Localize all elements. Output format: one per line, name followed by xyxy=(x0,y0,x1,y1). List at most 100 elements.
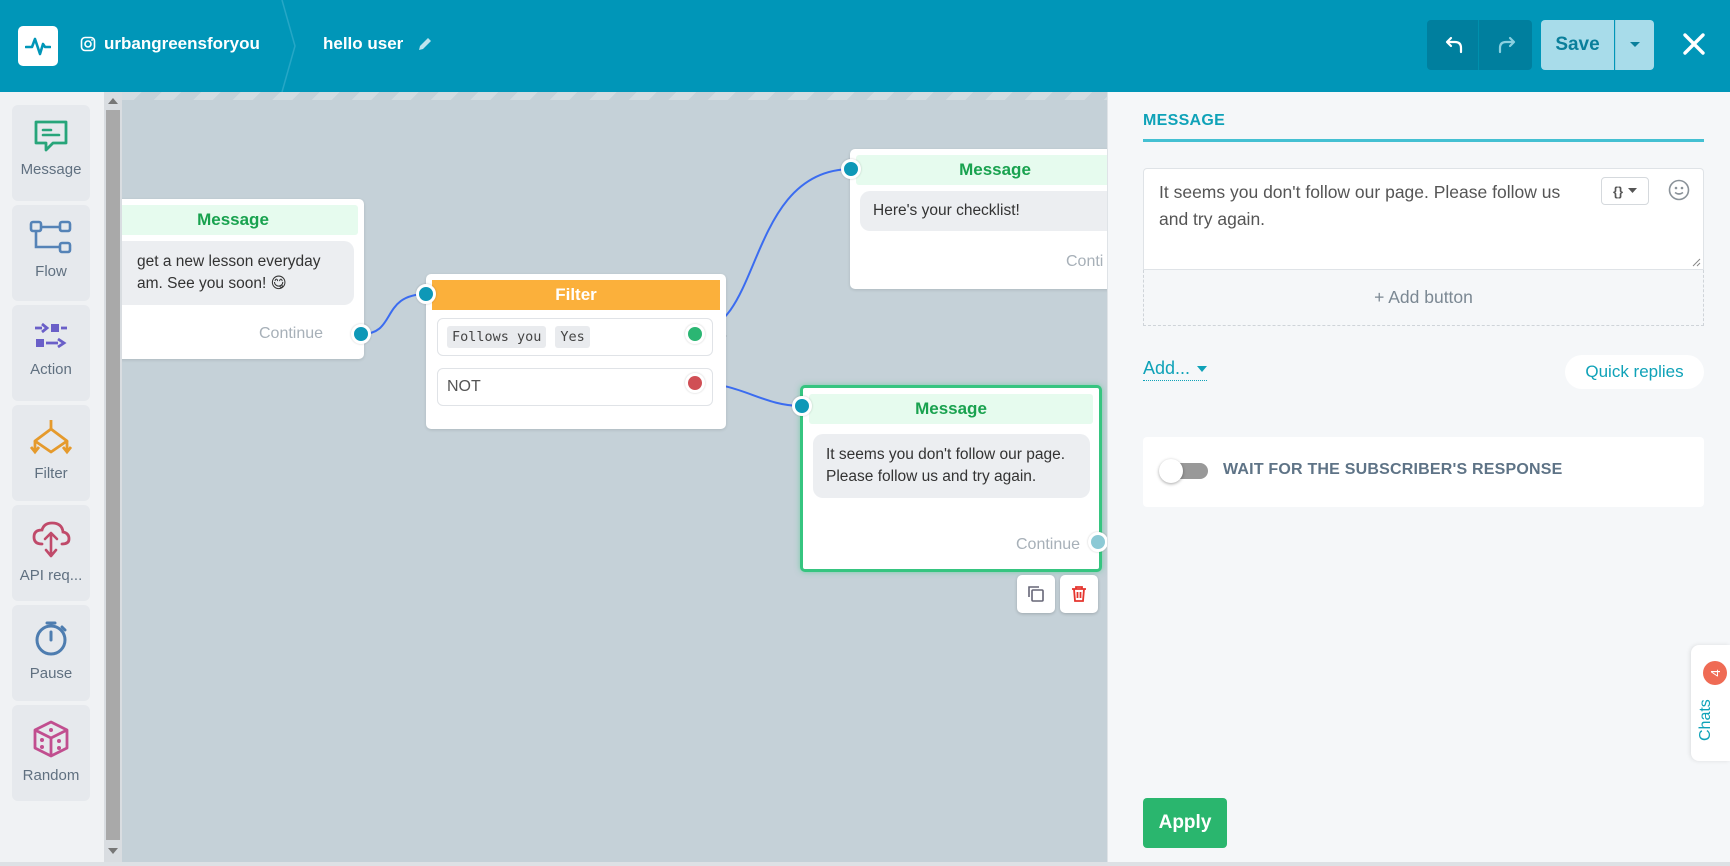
flow-canvas[interactable]: Message get a new lesson everyday am. Se… xyxy=(122,92,1107,862)
tool-label: API req... xyxy=(19,567,83,584)
flow-icon xyxy=(29,220,72,254)
insert-variable-button[interactable]: {} xyxy=(1601,177,1649,205)
tool-pause[interactable]: Pause xyxy=(12,605,90,701)
message-node-top[interactable]: Message Here's your checklist! Conti xyxy=(850,149,1107,289)
trash-icon xyxy=(1072,586,1086,602)
delete-node-button[interactable] xyxy=(1060,575,1098,613)
save-options-dropdown[interactable] xyxy=(1615,20,1654,70)
caret-down-icon xyxy=(1628,188,1638,193)
scroll-thumb[interactable] xyxy=(106,110,120,840)
tool-label: Flow xyxy=(35,263,67,280)
flow-name-text: hello user xyxy=(323,34,404,53)
condition-field: Follows you xyxy=(447,326,547,348)
bottom-edge xyxy=(0,862,1730,866)
stopwatch-icon xyxy=(35,621,67,656)
message-textarea[interactable]: It seems you don't follow our page. Plea… xyxy=(1143,168,1704,270)
continue-label: Continue xyxy=(259,325,324,342)
input-port[interactable] xyxy=(841,159,861,179)
filter-condition-yes[interactable]: Follows you Yes xyxy=(437,318,713,356)
chats-tab[interactable]: 4 Chats xyxy=(1691,645,1730,761)
undo-icon xyxy=(1445,36,1462,54)
tool-filter[interactable]: Filter xyxy=(12,405,90,501)
apply-button[interactable]: Apply xyxy=(1143,798,1227,848)
save-button[interactable]: Save xyxy=(1541,20,1614,70)
cloud-icon xyxy=(32,521,71,558)
input-port[interactable] xyxy=(416,284,436,304)
add-button[interactable]: + Add button xyxy=(1143,270,1704,326)
message-node-left[interactable]: Message get a new lesson everyday am. Se… xyxy=(122,199,364,359)
panel-title-underline xyxy=(1143,139,1704,142)
redo-button[interactable] xyxy=(1478,20,1532,70)
tool-action[interactable]: Action xyxy=(12,305,90,401)
tool-palette: Message Flow Action Filter API req... Pa… xyxy=(0,92,104,862)
tool-label: Random xyxy=(22,767,80,784)
quick-replies-button[interactable]: Quick replies xyxy=(1565,355,1704,389)
tool-label: Pause xyxy=(29,665,73,682)
caret-down-icon xyxy=(1630,42,1640,47)
filter-condition-not[interactable]: NOT xyxy=(437,368,713,406)
wait-response-label: WAIT FOR THE SUBSCRIBER'S RESPONSE xyxy=(1223,461,1563,478)
tool-label: Filter xyxy=(34,465,68,482)
palette-scrollbar[interactable] xyxy=(104,92,122,862)
panel-title: MESSAGE xyxy=(1143,112,1226,129)
message-icon xyxy=(34,120,68,152)
flow-title[interactable]: hello user xyxy=(323,34,433,54)
caret-down-icon xyxy=(1197,365,1208,372)
resize-handle-icon[interactable] xyxy=(1691,257,1701,267)
yes-output-port[interactable] xyxy=(685,324,705,344)
wait-response-setting: WAIT FOR THE SUBSCRIBER'S RESPONSE xyxy=(1143,437,1704,507)
message-bubble: Here's your checklist! xyxy=(860,191,1107,231)
close-icon xyxy=(1683,33,1705,55)
copy-icon xyxy=(1028,586,1044,602)
dice-icon xyxy=(33,720,69,758)
message-bubble: get a new lesson everyday am. See you so… xyxy=(122,241,354,305)
action-icon xyxy=(35,322,67,349)
message-editor-panel: MESSAGE It seems you don't follow our pa… xyxy=(1107,92,1730,862)
add-menu-label: Add... xyxy=(1143,358,1191,378)
logo-icon[interactable] xyxy=(18,26,58,66)
filter-icon xyxy=(29,420,73,455)
top-bar: urbangreensforyou hello user Save xyxy=(0,0,1730,92)
message-line: am. See you soon! 😋 xyxy=(137,275,287,292)
variable-braces-icon: {} xyxy=(1612,183,1624,199)
filter-node[interactable]: Filter Follows you Yes NOT xyxy=(426,274,726,429)
input-port[interactable] xyxy=(792,396,812,416)
continue-label: Continue xyxy=(1016,536,1081,553)
message-bubble: It seems you don't follow our page. Plea… xyxy=(813,434,1090,498)
tool-message[interactable]: Message xyxy=(12,105,90,201)
continue-label: Conti xyxy=(1066,253,1104,270)
node-title: Message xyxy=(122,205,358,235)
toggle-knob xyxy=(1159,459,1183,483)
not-output-port[interactable] xyxy=(685,373,705,393)
message-node-selected[interactable]: Message It seems you don't follow our pa… xyxy=(800,385,1102,572)
tool-api-request[interactable]: API req... xyxy=(12,505,90,601)
chats-count-badge: 4 xyxy=(1703,661,1727,685)
account-switcher[interactable]: urbangreensforyou xyxy=(80,34,260,54)
close-button[interactable] xyxy=(1676,26,1712,62)
scroll-down-arrow[interactable] xyxy=(108,848,118,854)
chats-label: Chats xyxy=(1697,699,1714,741)
redo-icon xyxy=(1498,36,1515,54)
tool-random[interactable]: Random xyxy=(12,705,90,801)
add-menu-dropdown[interactable]: Add... xyxy=(1143,358,1208,381)
instagram-icon xyxy=(80,36,96,52)
node-title: Message xyxy=(809,394,1093,424)
tool-label: Message xyxy=(20,161,82,178)
undo-button[interactable] xyxy=(1427,20,1482,70)
node-title: Message xyxy=(856,155,1107,185)
output-port[interactable] xyxy=(351,324,371,344)
message-text[interactable]: It seems you don't follow our page. Plea… xyxy=(1159,179,1579,233)
node-title: Filter xyxy=(432,280,720,310)
condition-not-label: NOT xyxy=(447,378,481,395)
tool-label: Action xyxy=(30,361,72,378)
message-line: get a new lesson everyday xyxy=(137,253,321,270)
output-port[interactable] xyxy=(1088,532,1107,552)
account-name: urbangreensforyou xyxy=(104,34,260,53)
pencil-icon[interactable] xyxy=(417,36,433,52)
tool-flow[interactable]: Flow xyxy=(12,205,90,301)
scroll-up-arrow[interactable] xyxy=(108,98,118,104)
emoji-icon[interactable] xyxy=(1668,179,1690,201)
duplicate-node-button[interactable] xyxy=(1017,575,1055,613)
breadcrumb-separator xyxy=(281,0,296,92)
wait-response-toggle[interactable] xyxy=(1159,459,1208,483)
